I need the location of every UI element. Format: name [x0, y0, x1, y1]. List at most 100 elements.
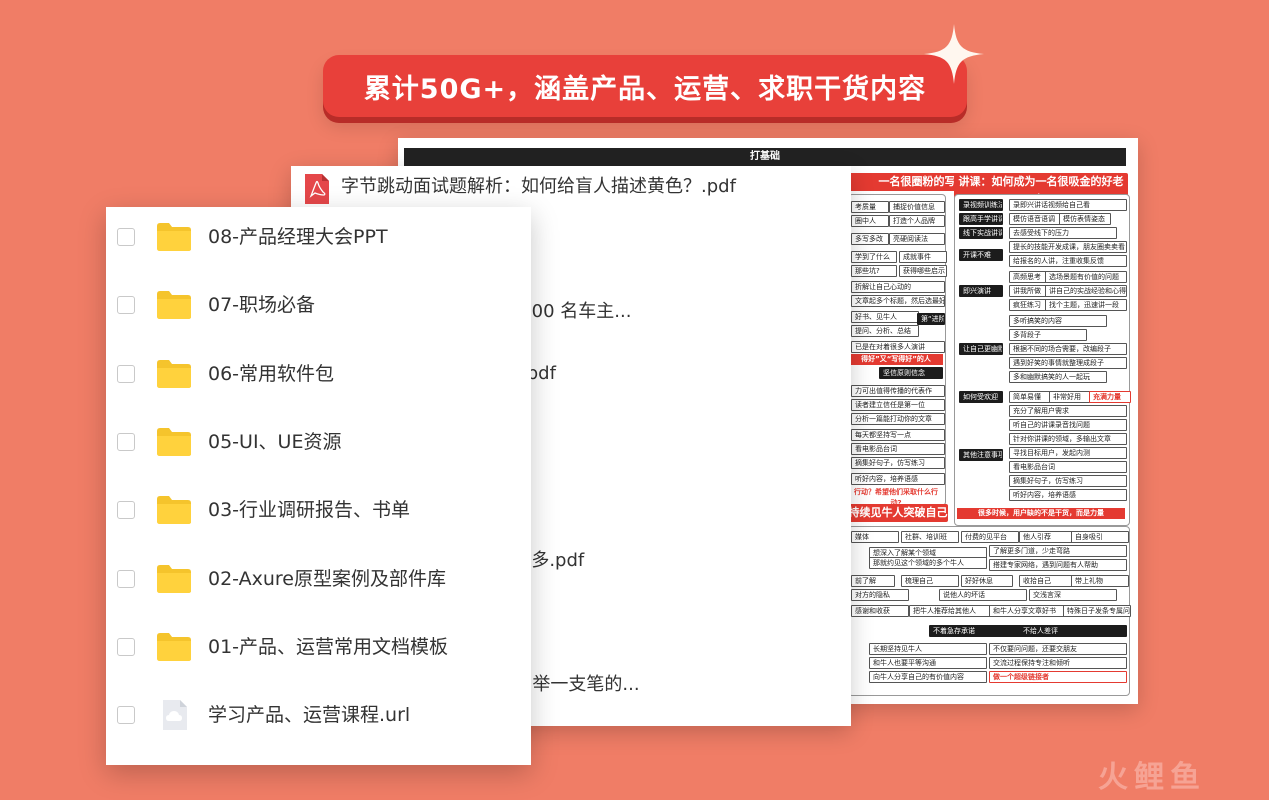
row-checkbox[interactable] — [117, 501, 135, 520]
mindmap-node-bottom: 特殊日子发条专属问候 — [1063, 605, 1131, 617]
mindmap-node-bottom: 好好休息 — [961, 575, 1013, 587]
mindmap-node-bottom: 长期坚持见牛人 — [869, 643, 987, 655]
mindmap-node-bottom: 向牛人分享自己的有价值内容 — [869, 671, 987, 683]
mindmap-node-bottom: 不仅要问问题，还要交朋友 — [989, 643, 1127, 655]
mindmap-node-right: 讲自己的实战经验和心得 — [1045, 285, 1127, 297]
mindmap-node-right: 多听搞笑的内容 — [1009, 315, 1107, 327]
mindmap-node-left: 圈中人 — [851, 215, 889, 227]
mindmap-node-right: 高频思考 — [1009, 271, 1047, 283]
mindmap-title: 打基础 — [404, 148, 1126, 166]
mindmap-node-right: 疯狂练习 — [1009, 299, 1047, 311]
mindmap-node-right: 给报名的人讲，注重收集反馈 — [1009, 255, 1127, 267]
mindmap-node-right: 跟高手学讲课 — [959, 213, 1003, 225]
folder-label: 01-产品、运营常用文档模板 — [208, 635, 449, 658]
mindmap-node-right: 多背段子 — [1009, 329, 1087, 341]
mindmap-node-bottom: 感谢和收获 — [851, 605, 909, 617]
mindmap-node-right: 让自己更幽默 — [959, 343, 1003, 355]
mindmap-node-left: 多写多改 — [851, 233, 889, 245]
mindmap-node-right: 听自己的讲课录音找问题 — [1009, 419, 1127, 431]
mindmap-node-right: 录即兴讲话视频给自己看 — [1009, 199, 1127, 211]
mindmap-node-left: 已是在对着很多人演讲 — [851, 341, 945, 353]
mindmap-node-bottom: 媒体 — [851, 531, 899, 543]
folder-row[interactable]: 05-UI、UE资源 — [106, 412, 531, 480]
mindmap-node-bottom: 不给人差评 — [1019, 625, 1127, 637]
folder-row[interactable]: 06-常用软件包 — [106, 344, 531, 412]
folder-label: 08-产品经理大会PPT — [208, 226, 388, 248]
mindmap-node-bottom: 他人引荐 — [1019, 531, 1073, 543]
mindmap-node-right: 充满力量 — [1089, 391, 1131, 403]
mindmap-node-right: 听好内容，培养语感 — [1009, 489, 1127, 501]
folder-label: 07-职场必备 — [208, 294, 316, 317]
headline-banner: 累计50G+，涵盖产品、运营、求职干货内容 — [323, 55, 967, 117]
folder-label: 02-Axure原型案例及部件库 — [208, 567, 446, 590]
mindmap-node-bottom: 社群、培训班 — [901, 531, 959, 543]
row-checkbox[interactable] — [117, 228, 135, 246]
mindmap-node-right: 开课不难 — [959, 249, 1003, 261]
row-checkbox[interactable] — [117, 364, 135, 383]
mindmap-node-right: 即兴演讲 — [959, 285, 1003, 297]
row-checkbox[interactable] — [117, 637, 135, 656]
mindmap-node-bottom: 和牛人也要平等沟通 — [869, 657, 987, 669]
mindmap-node-left: 摘集好句子，仿写练习 — [851, 457, 945, 469]
mindmap-highlight: 很多时候，用户缺的不是干货，而是力量 — [957, 508, 1125, 519]
mindmap-node-right: 根据不同的场合需要，改编段子 — [1009, 343, 1127, 355]
folder-label: 06-常用软件包 — [208, 362, 335, 385]
mindmap-node-left: 成就事件 — [899, 251, 947, 263]
mindmap-node-right: 充分了解用户需求 — [1009, 405, 1127, 417]
mindmap-node-right: 简单易懂 — [1009, 391, 1051, 403]
mindmap-node-bottom: 梳理自己 — [901, 575, 959, 587]
row-checkbox[interactable] — [117, 706, 135, 725]
mindmap-panel-right: 录视频训练法 录即兴讲话视频给自己看 跟高手学讲课 模仿语音语调 模仿表情姿态 线下实战讲… — [954, 194, 1131, 526]
mindmap-node-bottom: 交浅言深 — [1029, 589, 1117, 601]
folder-icon — [156, 290, 192, 320]
mindmap-node-bottom: 带上礼物 — [1071, 575, 1129, 587]
mindmap-node-bottom: 不着急存承诺 — [929, 625, 1021, 637]
mindmap-node-left: 听好内容，培养语感 — [851, 473, 945, 485]
mindmap-node-right: 其他注意事项 — [959, 449, 1003, 461]
folder-icon — [156, 359, 192, 389]
mindmap-node-left: 考质量 — [851, 201, 889, 213]
mindmap-badge: 第“进阶” — [917, 313, 945, 325]
row-checkbox[interactable] — [117, 432, 135, 451]
mindmap-highlight: 得好”又“写得好”的人 — [849, 354, 943, 365]
mindmap-node-right: 提长的技能开发成课，朋友圈卖卖看 — [1009, 241, 1127, 253]
mindmap-node-bottom: 那就约见这个领域的多个牛人 — [869, 557, 987, 569]
row-checkbox[interactable] — [117, 296, 135, 315]
sparkle-icon — [924, 24, 984, 84]
folder-row[interactable]: 02-Axure原型案例及部件库 — [106, 549, 531, 617]
mindmap-node-right: 模仿语音语调 — [1009, 213, 1061, 225]
mindmap-node-left: 看电影品台词 — [851, 443, 945, 455]
row-checkbox[interactable] — [117, 569, 135, 588]
folder-row[interactable]: 07-职场必备 — [106, 275, 531, 343]
mindmap-question: 行动？希望他们采取什么行动? — [854, 488, 938, 507]
mindmap-node-left: 亮硬阅读法 — [889, 233, 945, 245]
watermark-logo: 火鲤鱼 — [1098, 760, 1206, 795]
folder-row[interactable]: 学习产品、运营课程.url — [106, 685, 531, 753]
pdf-file-icon — [305, 174, 329, 204]
mindmap-node-bottom: 付费的见平台 — [961, 531, 1019, 543]
folder-row[interactable]: 03-行业调研报告、书单 — [106, 480, 531, 548]
mindmap-node-right: 选场景题有价值的问题 — [1045, 271, 1127, 283]
mindmap-node-left: 分析一篇能打动你的文章 — [851, 413, 945, 425]
folder-row[interactable]: 08-产品经理大会PPT — [106, 207, 531, 275]
mindmap-node-left: 坚信原则信念 — [879, 367, 943, 379]
mindmap-node-bottom: 前了解 — [851, 575, 895, 587]
mindmap-node-left: 学到了什么 — [851, 251, 897, 263]
mindmap-node-right: 针对你讲课的领域，多输出文章 — [1009, 433, 1127, 445]
mindmap-node-left: 文章起多个标题，然后选最好的 — [851, 295, 945, 307]
folder-file-list: 08-产品经理大会PPT 07-职场必备 06-常用软件包 05-UI、UE资源 03-… — [106, 207, 531, 765]
mindmap-node-right: 录视频训练法 — [959, 199, 1003, 211]
mindmap-node-left: 那些坑? — [851, 265, 897, 277]
folder-row[interactable]: 01-产品、运营常用文档模板 — [106, 617, 531, 685]
mindmap-panel-left: 考质量 捕捉价值信息 圈中人 打造个人品牌 多写多改 亮硬阅读法 学到了什么 成就事件 那些坑?… — [848, 194, 947, 507]
mindmap-node-left: 提问、分析、总结 — [851, 325, 919, 337]
mindmap-node-left: 每天都坚持写一点 — [851, 429, 945, 441]
mindmap-node-right: 如何受欢迎 — [959, 391, 1003, 403]
mindmap-node-right: 看电影品台词 — [1009, 461, 1127, 473]
mindmap-node-bottom: 把牛人推荐给其他人 — [909, 605, 993, 617]
folder-label: 05-UI、UE资源 — [208, 430, 342, 453]
mindmap-node-bottom: 了解更多门道，少走弯路 — [989, 545, 1127, 557]
url-file-icon — [156, 700, 192, 731]
folder-icon — [156, 222, 192, 252]
mindmap-node-right: 模仿表情姿态 — [1059, 213, 1111, 225]
